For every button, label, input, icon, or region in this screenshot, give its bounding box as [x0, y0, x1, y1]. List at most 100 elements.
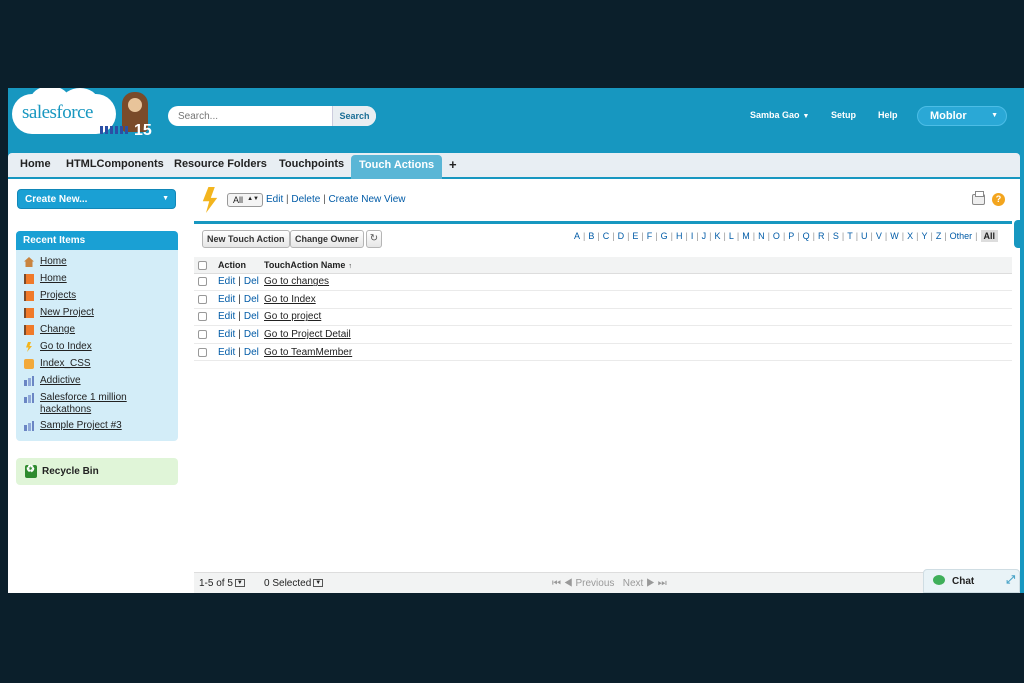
row-checkbox[interactable]	[198, 277, 207, 287]
recent-item-link[interactable]: Projects	[40, 290, 76, 301]
view-select[interactable]: All ▲▼	[227, 193, 263, 207]
search-button[interactable]: Search	[332, 106, 376, 126]
row-delete-link[interactable]: Del	[244, 329, 259, 340]
recent-item-link[interactable]: New Project	[40, 307, 94, 318]
row-delete-link[interactable]: Del	[244, 347, 259, 358]
touch-action-name-link[interactable]: Go to changes	[264, 276, 329, 287]
tab-touchpoints[interactable]: Touchpoints	[279, 158, 344, 170]
recent-item-link[interactable]: Home	[40, 273, 67, 284]
list-item[interactable]: Addictive	[16, 375, 178, 392]
alphabet-letter-k[interactable]: K	[715, 231, 721, 241]
delete-view-link[interactable]: Delete	[291, 194, 320, 205]
touch-action-name-link[interactable]: Go to Index	[264, 294, 316, 305]
recent-item-link[interactable]: Addictive	[40, 375, 81, 386]
tab-resource-folders[interactable]: Resource Folders	[174, 158, 267, 170]
touch-action-name-link[interactable]: Go to project	[264, 311, 321, 322]
recent-item-link[interactable]: Change	[40, 324, 75, 335]
alphabet-letter-u[interactable]: U	[861, 231, 868, 241]
setup-link[interactable]: Setup	[831, 110, 856, 120]
alphabet-letter-h[interactable]: H	[676, 231, 683, 241]
alphabet-letter-z[interactable]: Z	[936, 231, 942, 241]
alphabet-letter-w[interactable]: W	[890, 231, 899, 241]
alphabet-letter-l[interactable]: L	[729, 231, 734, 241]
alphabet-letter-v[interactable]: V	[876, 231, 882, 241]
alphabet-letter-i[interactable]: I	[691, 231, 694, 241]
recent-item-link[interactable]: Sample Project #3	[40, 420, 122, 431]
alphabet-letter-c[interactable]: C	[603, 231, 610, 241]
alphabet-letter-x[interactable]: X	[907, 231, 913, 241]
touch-action-name-link[interactable]: Go to TeamMember	[264, 347, 352, 358]
recycle-bin-link[interactable]: Recycle Bin	[16, 458, 178, 485]
row-edit-link[interactable]: Edit	[218, 276, 235, 287]
tab-htmlcomponents[interactable]: HTMLComponents	[66, 158, 164, 170]
print-icon[interactable]	[972, 191, 985, 205]
row-edit-link[interactable]: Edit	[218, 329, 235, 340]
row-edit-link[interactable]: Edit	[218, 347, 235, 358]
row-checkbox[interactable]	[198, 294, 207, 304]
alphabet-letter-j[interactable]: J	[702, 231, 707, 241]
salesforce-logo[interactable]: salesforce 15	[12, 88, 152, 144]
alphabet-letter-g[interactable]: G	[661, 231, 668, 241]
recent-item-link[interactable]: Home	[40, 256, 67, 267]
list-item[interactable]: Index_CSS	[16, 358, 178, 375]
alphabet-letter-a[interactable]: A	[574, 231, 580, 241]
refresh-icon[interactable]: ↻	[366, 230, 382, 248]
last-page-icon[interactable]: ⏭	[658, 578, 667, 589]
list-item[interactable]: Change	[16, 324, 178, 341]
alphabet-letter-other[interactable]: Other	[950, 231, 973, 241]
list-item[interactable]: Projects	[16, 290, 178, 307]
row-delete-link[interactable]: Del	[244, 276, 259, 287]
name-column-header[interactable]: TouchAction Name ↑	[264, 257, 1012, 274]
row-edit-link[interactable]: Edit	[218, 311, 235, 322]
help-icon[interactable]: ?	[992, 193, 1005, 206]
add-tab-icon[interactable]: +	[449, 157, 457, 172]
select-all-checkbox[interactable]	[198, 260, 207, 270]
search-input[interactable]	[172, 108, 326, 124]
create-new-menu[interactable]: Create New... ▼	[17, 189, 176, 209]
list-item[interactable]: Go to Index	[16, 341, 178, 358]
alphabet-letter-p[interactable]: P	[788, 231, 794, 241]
selected-count[interactable]: 0 Selected ▼	[264, 578, 324, 589]
row-checkbox[interactable]	[198, 329, 207, 339]
side-panel-handle[interactable]	[1014, 220, 1024, 248]
alphabet-letter-f[interactable]: F	[647, 231, 653, 241]
row-delete-link[interactable]: Del	[244, 294, 259, 305]
alphabet-letter-n[interactable]: N	[758, 231, 765, 241]
row-checkbox[interactable]	[198, 312, 207, 322]
next-link[interactable]: Next	[623, 578, 644, 589]
list-item[interactable]: Home	[16, 273, 178, 290]
tab-touch-actions[interactable]: Touch Actions	[351, 155, 443, 179]
alphabet-letter-t[interactable]: T	[847, 231, 853, 241]
create-new-view-link[interactable]: Create New View	[328, 194, 405, 205]
user-menu[interactable]: Samba Gao ▼	[750, 110, 809, 120]
first-page-icon[interactable]: ⏮	[552, 578, 561, 589]
alphabet-letter-e[interactable]: E	[632, 231, 638, 241]
recent-item-link[interactable]: Go to Index	[40, 341, 92, 352]
row-checkbox[interactable]	[198, 347, 207, 357]
alphabet-letter-m[interactable]: M	[742, 231, 750, 241]
previous-link[interactable]: Previous	[575, 578, 614, 589]
expand-icon[interactable]: ⤢	[1006, 574, 1015, 587]
edit-view-link[interactable]: Edit	[266, 194, 283, 205]
list-item[interactable]: Sample Project #3	[16, 420, 178, 437]
alphabet-letter-r[interactable]: R	[818, 231, 825, 241]
touch-action-name-link[interactable]: Go to Project Detail	[264, 329, 351, 340]
list-item[interactable]: Home	[16, 256, 178, 273]
alphabet-letter-all[interactable]: All	[980, 230, 999, 242]
list-item[interactable]: Salesforce 1 million hackathons	[16, 392, 178, 420]
recent-item-link[interactable]: Salesforce 1 million hackathons	[40, 392, 127, 415]
new-touch-action-button[interactable]: New Touch Action	[202, 230, 290, 248]
recent-item-link[interactable]: Index_CSS	[40, 358, 91, 369]
alphabet-letter-b[interactable]: B	[588, 231, 594, 241]
help-link[interactable]: Help	[878, 110, 898, 120]
alphabet-letter-d[interactable]: D	[618, 231, 625, 241]
list-item[interactable]: New Project	[16, 307, 178, 324]
tab-home[interactable]: Home	[20, 158, 51, 170]
alphabet-letter-y[interactable]: Y	[921, 231, 927, 241]
row-edit-link[interactable]: Edit	[218, 294, 235, 305]
chat-widget[interactable]: Chat ⤢	[923, 569, 1020, 593]
alphabet-letter-q[interactable]: Q	[803, 231, 810, 241]
record-range[interactable]: 1-5 of 5 ▼	[199, 578, 245, 589]
change-owner-button[interactable]: Change Owner	[290, 230, 364, 248]
row-delete-link[interactable]: Del	[244, 311, 259, 322]
